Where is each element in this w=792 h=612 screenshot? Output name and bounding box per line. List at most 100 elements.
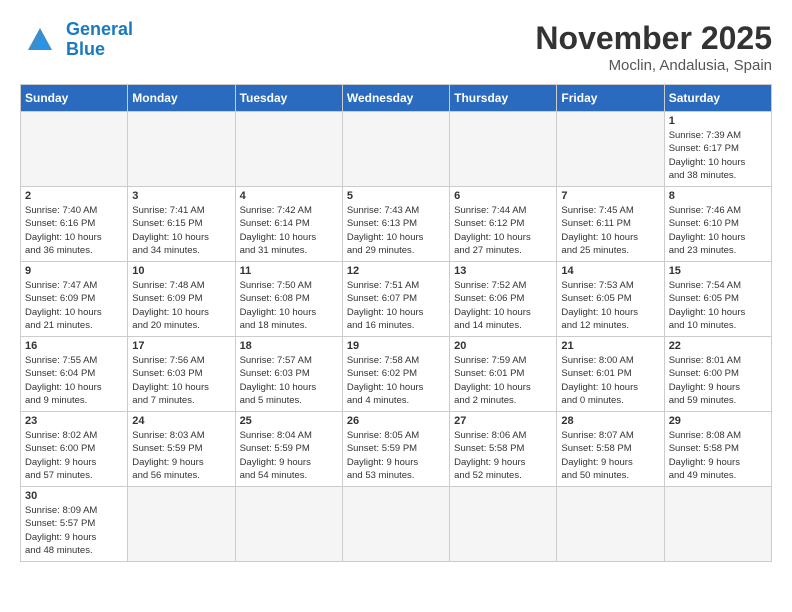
day-info: Sunrise: 7:50 AM Sunset: 6:08 PM Dayligh… (240, 279, 338, 332)
calendar-cell: 26Sunrise: 8:05 AM Sunset: 5:59 PM Dayli… (342, 412, 449, 487)
logo-blue: Blue (66, 40, 133, 60)
day-number: 14 (561, 265, 659, 277)
day-number: 29 (669, 415, 767, 427)
day-number: 24 (132, 415, 230, 427)
day-info: Sunrise: 7:39 AM Sunset: 6:17 PM Dayligh… (669, 129, 767, 182)
calendar-cell (21, 112, 128, 187)
day-number: 16 (25, 340, 123, 352)
week-row-5: 23Sunrise: 8:02 AM Sunset: 6:00 PM Dayli… (21, 412, 772, 487)
calendar-cell (128, 112, 235, 187)
calendar-cell: 17 Sunrise: 7:56 AM Sunset: 6:03 PM Dayli… (128, 337, 235, 412)
day-number: 23 (25, 415, 123, 427)
day-number: 12 (347, 265, 445, 277)
day-number: 3 (132, 190, 230, 202)
day-info: Sunrise: 8:04 AM Sunset: 5:59 PM Dayligh… (240, 429, 338, 482)
calendar-cell: 9Sunrise: 7:47 AM Sunset: 6:09 PM Daylig… (21, 262, 128, 337)
day-info: Sunrise: 7:52 AM Sunset: 6:06 PM Dayligh… (454, 279, 552, 332)
day-info: Sunrise: 7:43 AM Sunset: 6:13 PM Dayligh… (347, 204, 445, 257)
day-number: 15 (669, 265, 767, 277)
title-block: November 2025 Moclin, Andalusia, Spain (535, 20, 772, 74)
calendar-cell (128, 487, 235, 562)
day-number: 13 (454, 265, 552, 277)
calendar-cell: 8 Sunrise: 7:46 AM Sunset: 6:10 PM Daylig… (664, 187, 771, 262)
day-number: 30 (25, 490, 123, 502)
calendar-cell: 10 Sunrise: 7:48 AM Sunset: 6:09 PM Dayli… (128, 262, 235, 337)
calendar-header: SundayMondayTuesdayWednesdayThursdayFrid… (21, 85, 772, 112)
day-number: 28 (561, 415, 659, 427)
day-info: Sunrise: 7:46 AM Sunset: 6:10 PM Dayligh… (669, 204, 767, 257)
calendar-cell (450, 487, 557, 562)
month-title: November 2025 (535, 20, 772, 57)
week-row-4: 16 Sunrise: 7:55 AM Sunset: 6:04 PM Dayli… (21, 337, 772, 412)
day-number: 22 (669, 340, 767, 352)
calendar-cell: 28Sunrise: 8:07 AM Sunset: 5:58 PM Dayli… (557, 412, 664, 487)
day-number: 26 (347, 415, 445, 427)
logo-general: General (66, 19, 133, 39)
logo-text: General Blue (66, 20, 133, 60)
calendar-cell: 13 Sunrise: 7:52 AM Sunset: 6:06 PM Dayli… (450, 262, 557, 337)
day-number: 19 (347, 340, 445, 352)
calendar-cell (450, 112, 557, 187)
calendar-cell: 30 Sunrise: 8:09 AM Sunset: 5:57 PM Dayli… (21, 487, 128, 562)
day-info: Sunrise: 7:54 AM Sunset: 6:05 PM Dayligh… (669, 279, 767, 332)
day-info: Sunrise: 7:55 AM Sunset: 6:04 PM Dayligh… (25, 354, 123, 407)
day-number: 10 (132, 265, 230, 277)
day-number: 25 (240, 415, 338, 427)
day-info: Sunrise: 7:42 AM Sunset: 6:14 PM Dayligh… (240, 204, 338, 257)
day-info: Sunrise: 8:06 AM Sunset: 5:58 PM Dayligh… (454, 429, 552, 482)
calendar-cell: 16 Sunrise: 7:55 AM Sunset: 6:04 PM Dayli… (21, 337, 128, 412)
week-row-3: 9Sunrise: 7:47 AM Sunset: 6:09 PM Daylig… (21, 262, 772, 337)
day-info: Sunrise: 8:09 AM Sunset: 5:57 PM Dayligh… (25, 504, 123, 557)
header-monday: Monday (128, 85, 235, 112)
day-info: Sunrise: 7:56 AM Sunset: 6:03 PM Dayligh… (132, 354, 230, 407)
calendar-cell (235, 487, 342, 562)
day-info: Sunrise: 8:08 AM Sunset: 5:58 PM Dayligh… (669, 429, 767, 482)
day-number: 11 (240, 265, 338, 277)
day-number: 17 (132, 340, 230, 352)
day-info: Sunrise: 7:41 AM Sunset: 6:15 PM Dayligh… (132, 204, 230, 257)
header-saturday: Saturday (664, 85, 771, 112)
week-row-2: 2 Sunrise: 7:40 AM Sunset: 6:16 PM Daylig… (21, 187, 772, 262)
day-info: Sunrise: 8:01 AM Sunset: 6:00 PM Dayligh… (669, 354, 767, 407)
day-info: Sunrise: 7:47 AM Sunset: 6:09 PM Dayligh… (25, 279, 123, 332)
calendar-cell (342, 487, 449, 562)
logo: General Blue (20, 20, 133, 60)
day-info: Sunrise: 7:45 AM Sunset: 6:11 PM Dayligh… (561, 204, 659, 257)
calendar-cell (235, 112, 342, 187)
day-info: Sunrise: 8:00 AM Sunset: 6:01 PM Dayligh… (561, 354, 659, 407)
calendar-cell: 12 Sunrise: 7:51 AM Sunset: 6:07 PM Dayli… (342, 262, 449, 337)
calendar-cell: 20Sunrise: 7:59 AM Sunset: 6:01 PM Dayli… (450, 337, 557, 412)
calendar-cell: 19 Sunrise: 7:58 AM Sunset: 6:02 PM Dayli… (342, 337, 449, 412)
header-tuesday: Tuesday (235, 85, 342, 112)
header-thursday: Thursday (450, 85, 557, 112)
calendar-cell: 15 Sunrise: 7:54 AM Sunset: 6:05 PM Dayli… (664, 262, 771, 337)
header-sunday: Sunday (21, 85, 128, 112)
day-info: Sunrise: 7:48 AM Sunset: 6:09 PM Dayligh… (132, 279, 230, 332)
calendar-cell: 24 Sunrise: 8:03 AM Sunset: 5:59 PM Dayli… (128, 412, 235, 487)
calendar-cell: 22 Sunrise: 8:01 AM Sunset: 6:00 PM Dayli… (664, 337, 771, 412)
day-number: 2 (25, 190, 123, 202)
day-number: 5 (347, 190, 445, 202)
calendar-cell (664, 487, 771, 562)
day-info: Sunrise: 7:53 AM Sunset: 6:05 PM Dayligh… (561, 279, 659, 332)
week-row-6: 30 Sunrise: 8:09 AM Sunset: 5:57 PM Dayli… (21, 487, 772, 562)
day-number: 18 (240, 340, 338, 352)
day-info: Sunrise: 7:57 AM Sunset: 6:03 PM Dayligh… (240, 354, 338, 407)
day-info: Sunrise: 7:58 AM Sunset: 6:02 PM Dayligh… (347, 354, 445, 407)
calendar-cell: 21Sunrise: 8:00 AM Sunset: 6:01 PM Dayli… (557, 337, 664, 412)
logo-icon (20, 22, 60, 58)
calendar-table: SundayMondayTuesdayWednesdayThursdayFrid… (20, 84, 772, 562)
day-info: Sunrise: 7:51 AM Sunset: 6:07 PM Dayligh… (347, 279, 445, 332)
calendar-cell (342, 112, 449, 187)
calendar-cell: 7Sunrise: 7:45 AM Sunset: 6:11 PM Daylig… (557, 187, 664, 262)
day-number: 8 (669, 190, 767, 202)
calendar-cell: 5 Sunrise: 7:43 AM Sunset: 6:13 PM Daylig… (342, 187, 449, 262)
day-info: Sunrise: 7:40 AM Sunset: 6:16 PM Dayligh… (25, 204, 123, 257)
calendar-cell: 27Sunrise: 8:06 AM Sunset: 5:58 PM Dayli… (450, 412, 557, 487)
day-info: Sunrise: 7:59 AM Sunset: 6:01 PM Dayligh… (454, 354, 552, 407)
calendar-cell: 4Sunrise: 7:42 AM Sunset: 6:14 PM Daylig… (235, 187, 342, 262)
calendar-cell: 29 Sunrise: 8:08 AM Sunset: 5:58 PM Dayli… (664, 412, 771, 487)
day-info: Sunrise: 8:03 AM Sunset: 5:59 PM Dayligh… (132, 429, 230, 482)
week-row-1: 1Sunrise: 7:39 AM Sunset: 6:17 PM Daylig… (21, 112, 772, 187)
location: Moclin, Andalusia, Spain (535, 57, 772, 74)
